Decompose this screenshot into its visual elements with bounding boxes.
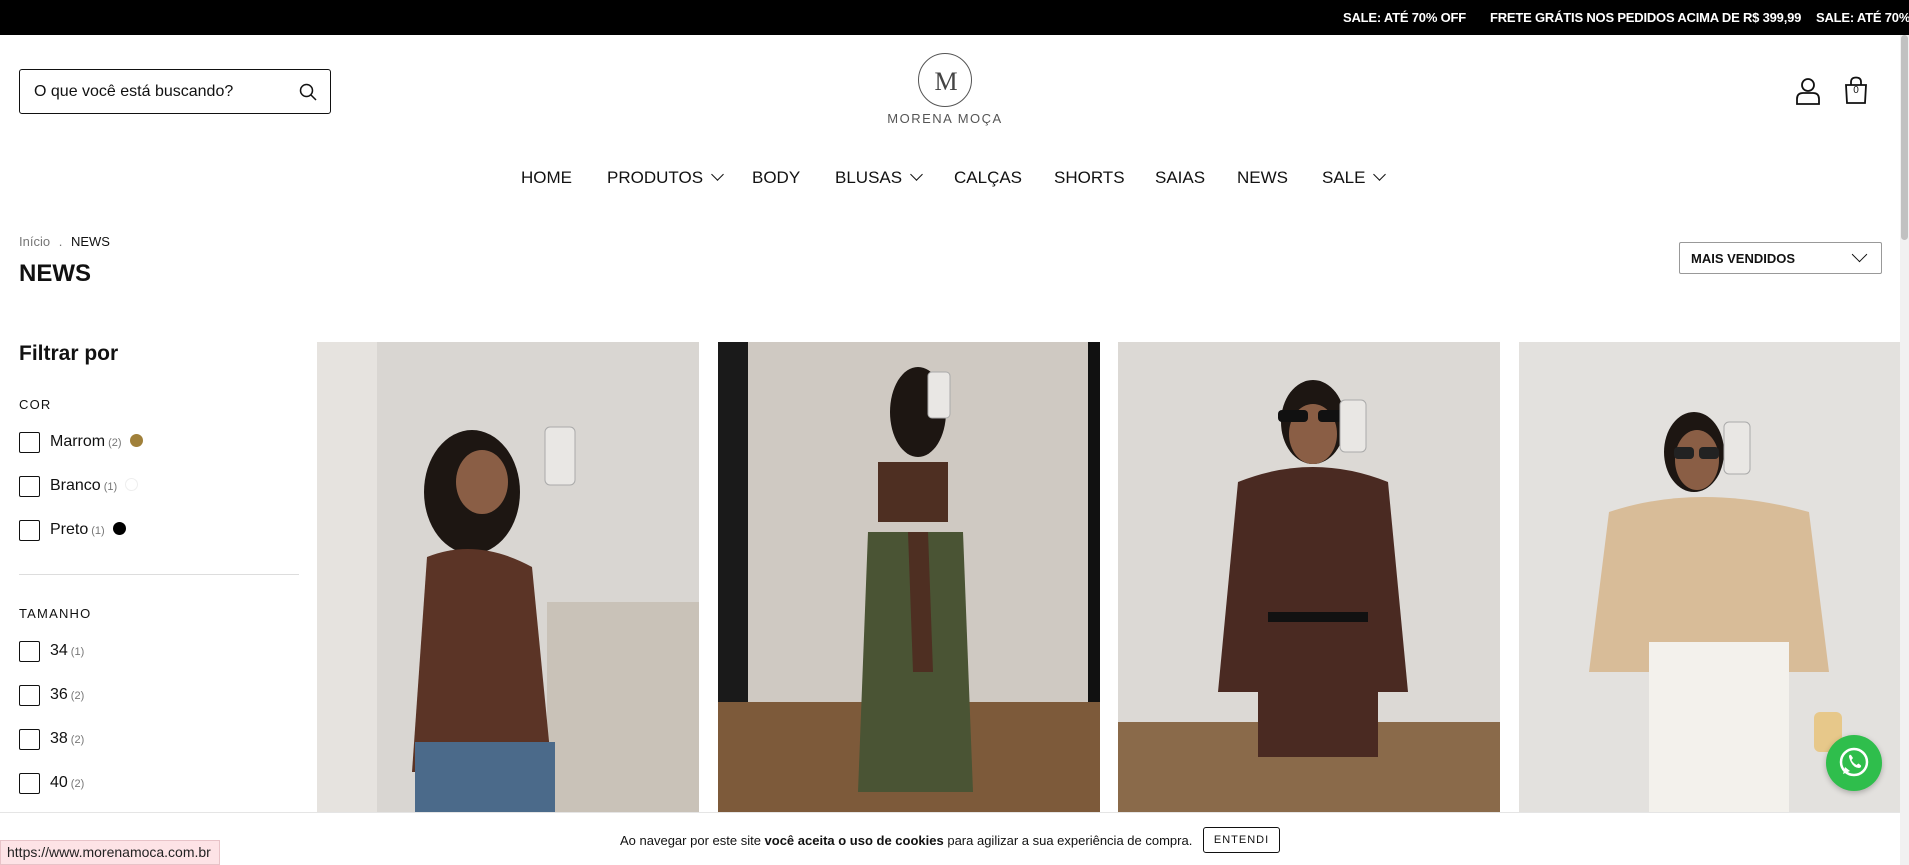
cookie-text: para agilizar a sua experiência de compr… (943, 833, 1193, 848)
whatsapp-icon (1839, 747, 1869, 777)
nav-item-sale[interactable]: SALE (1322, 168, 1387, 188)
cookie-message: Ao navegar por este site você aceita o u… (620, 833, 1192, 848)
checkbox[interactable] (19, 773, 40, 794)
cookie-bar: Ao navegar por este site você aceita o u… (0, 812, 1909, 865)
checkbox[interactable] (19, 476, 40, 497)
nav-item-body[interactable]: BODY (752, 168, 800, 188)
product-photo (1118, 342, 1500, 812)
breadcrumb: Início . NEWS (19, 234, 110, 249)
announcement-message: SALE: ATÉ 70% (1816, 10, 1909, 25)
option-count: (2) (70, 778, 85, 790)
option-count: (2) (70, 734, 85, 746)
product-image[interactable] (1118, 342, 1500, 812)
product-photo (718, 342, 1100, 812)
nav-label: PRODUTOS (607, 168, 704, 187)
nav-label: BODY (752, 168, 801, 187)
option-count: (1) (91, 525, 105, 537)
cookie-text: Ao navegar por este site (620, 833, 765, 848)
option-name: 36 (50, 686, 68, 703)
status-bar-url: https://www.morenamoca.com.br (0, 840, 220, 865)
filter-option-label: Branco (1) (50, 477, 139, 495)
nav-item-produtos[interactable]: PRODUTOS (607, 168, 724, 188)
cookie-text-bold: você aceita o uso de cookies (764, 833, 944, 848)
filter-option-label: Marrom (2) (50, 433, 143, 451)
logo-text: MORENA MOÇA (887, 111, 1003, 126)
page-scrollbar[interactable] (1900, 35, 1909, 865)
breadcrumb-current: NEWS (70, 234, 110, 249)
main-nav: HOME PRODUTOS BODY BLUSAS CALÇAS SHORTS … (0, 168, 1909, 192)
product-image[interactable] (317, 342, 699, 812)
filter-group-color: COR (19, 397, 52, 412)
sort-select[interactable]: MAIS VENDIDOS (1679, 242, 1882, 274)
checkbox[interactable] (19, 520, 40, 541)
whatsapp-button[interactable] (1826, 735, 1882, 791)
nav-item-blusas[interactable]: BLUSAS (835, 168, 923, 188)
user-account-icon[interactable] (1795, 77, 1821, 105)
chevron-down-icon (1851, 246, 1868, 263)
option-name: Marrom (50, 433, 106, 450)
filter-option-label: 40 (2) (50, 774, 84, 792)
sort-selected-value: MAIS VENDIDOS (1691, 251, 1796, 266)
option-count: (1) (70, 646, 85, 658)
filter-divider (19, 574, 299, 575)
filter-option-label: Preto (1) (50, 521, 126, 539)
filter-group-size: TAMANHO (19, 606, 92, 621)
filter-heading: Filtrar por (19, 342, 119, 365)
nav-label: CALÇAS (954, 168, 1023, 187)
option-count: (2) (70, 690, 85, 702)
cart-count: 0 (1853, 85, 1859, 96)
nav-item-news[interactable]: NEWS (1237, 168, 1288, 188)
option-name: Branco (50, 477, 101, 494)
checkbox[interactable] (19, 685, 40, 706)
nav-label: SAIAS (1155, 168, 1206, 187)
nav-label: HOME (521, 168, 572, 187)
option-count: (1) (103, 481, 118, 493)
nav-label: SHORTS (1054, 168, 1125, 187)
option-name: 38 (50, 730, 68, 747)
option-count: (2) (108, 437, 122, 449)
nav-label: NEWS (1237, 168, 1288, 187)
nav-item-calcas[interactable]: CALÇAS (954, 168, 1022, 188)
search-input[interactable] (32, 80, 292, 104)
filter-option-label: 38 (2) (50, 730, 84, 748)
option-name: 40 (50, 774, 68, 791)
chevron-down-icon (711, 168, 724, 181)
logo-monogram: M (934, 67, 957, 96)
brand-logo[interactable]: M MORENA MOÇA (884, 53, 1006, 128)
announcement-bar: SALE: ATÉ 70% OFF FRETE GRÁTIS NOS PEDID… (0, 0, 1909, 35)
chevron-down-icon (1373, 168, 1387, 181)
search-box[interactable] (19, 69, 331, 114)
chevron-down-icon (910, 168, 923, 181)
filter-option-label: 36 (2) (50, 686, 84, 704)
color-swatch (129, 434, 143, 447)
option-name: 34 (50, 642, 68, 659)
filter-option-label: 34 (1) (50, 642, 84, 660)
checkbox[interactable] (19, 729, 40, 750)
breadcrumb-home[interactable]: Início (19, 234, 50, 249)
page-title: NEWS (19, 260, 91, 287)
nav-label: BLUSAS (835, 168, 903, 187)
nav-item-saias[interactable]: SAIAS (1155, 168, 1205, 188)
nav-label: SALE (1322, 168, 1366, 187)
product-photo (317, 342, 699, 812)
search-icon[interactable] (298, 82, 318, 102)
breadcrumb-separator: . (58, 234, 63, 249)
option-name: Preto (50, 521, 89, 538)
color-swatch (125, 478, 139, 491)
color-swatch (112, 522, 126, 535)
announcement-message: SALE: ATÉ 70% OFF (1343, 10, 1467, 25)
announcement-message: FRETE GRÁTIS NOS PEDIDOS ACIMA DE R$ 399… (1490, 10, 1802, 25)
nav-item-shorts[interactable]: SHORTS (1054, 168, 1125, 188)
cookie-accept-button[interactable]: ENTENDI (1203, 827, 1280, 853)
nav-item-home[interactable]: HOME (521, 168, 572, 188)
checkbox[interactable] (19, 641, 40, 662)
product-image[interactable] (718, 342, 1100, 812)
checkbox[interactable] (19, 432, 40, 453)
scrollbar-thumb[interactable] (1901, 35, 1908, 240)
